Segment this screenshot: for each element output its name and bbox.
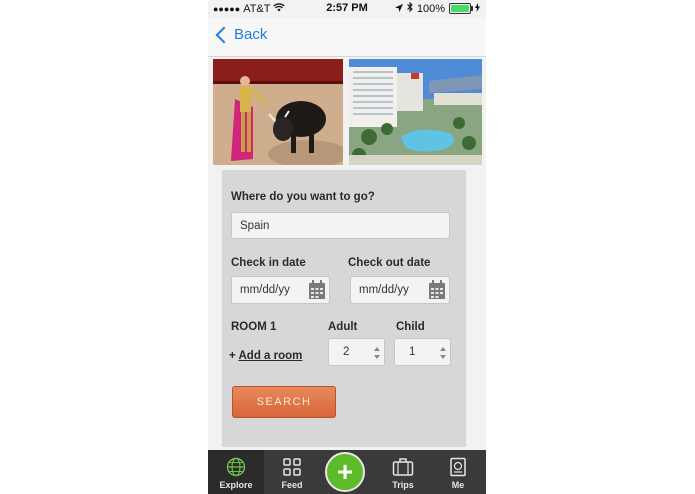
tab-label: Explore <box>219 480 253 490</box>
tab-me[interactable]: Me <box>430 450 486 494</box>
battery-icon <box>449 3 473 14</box>
tab-trips[interactable]: Trips <box>375 450 431 494</box>
child-label: Child <box>396 321 425 333</box>
globe-icon <box>226 457 246 477</box>
calendar-icon[interactable] <box>308 280 326 300</box>
phone-screen: ●●●●● AT&T 2:57 PM 100% Back Where do yo… <box>208 0 486 494</box>
child-value: 1 <box>409 346 416 358</box>
suitcase-icon <box>392 458 414 476</box>
destination-label: Where do you want to go? <box>231 191 375 203</box>
bullfight-photo <box>213 59 343 165</box>
navigation-bar: Back <box>208 18 486 57</box>
search-form: Where do you want to go? Spain Check in … <box>222 170 466 447</box>
status-bar: ●●●●● AT&T 2:57 PM 100% <box>208 0 486 18</box>
checkin-placeholder: mm/dd/yy <box>240 284 290 296</box>
checkout-label: Check out date <box>348 257 431 269</box>
destination-input[interactable]: Spain <box>231 212 450 239</box>
add-room-button[interactable]: + Add a room <box>229 350 302 362</box>
room-label: ROOM 1 <box>231 321 277 333</box>
search-button[interactable]: SEARCH <box>232 386 336 418</box>
plus-icon: + <box>325 452 365 492</box>
back-button[interactable]: Back <box>214 26 268 44</box>
add-trip-button[interactable]: + <box>324 452 366 492</box>
child-select[interactable]: 1 <box>394 338 451 366</box>
tab-label: Feed <box>281 480 303 490</box>
grid-icon <box>283 458 301 476</box>
stepper-arrows-icon <box>374 346 380 360</box>
chevron-left-icon <box>215 26 233 44</box>
adult-label: Adult <box>328 321 358 333</box>
battery-percent: 100% <box>416 2 445 15</box>
checkin-date-field[interactable]: mm/dd/yy <box>231 276 330 304</box>
tab-label: Me <box>451 480 465 490</box>
location-arrow-icon <box>394 3 403 15</box>
checkout-placeholder: mm/dd/yy <box>359 284 409 296</box>
destination-value: Spain <box>240 219 270 232</box>
checkout-date-field[interactable]: mm/dd/yy <box>350 276 450 304</box>
adult-select[interactable]: 2 <box>328 338 385 366</box>
calendar-icon[interactable] <box>428 280 446 300</box>
stepper-arrows-icon <box>440 346 446 360</box>
checkin-label: Check in date <box>231 257 306 269</box>
bluetooth-icon <box>407 1 413 15</box>
passport-icon <box>450 457 466 477</box>
plus-sign: + <box>229 350 236 362</box>
tab-explore[interactable]: Explore <box>208 450 264 494</box>
resort-photo <box>349 59 482 165</box>
tab-label: Trips <box>392 480 414 490</box>
back-label: Back <box>234 26 268 43</box>
tab-feed[interactable]: Feed <box>264 450 320 494</box>
charging-bolt-icon <box>475 2 480 15</box>
add-room-link[interactable]: Add a room <box>239 350 303 362</box>
adult-value: 2 <box>343 346 350 358</box>
